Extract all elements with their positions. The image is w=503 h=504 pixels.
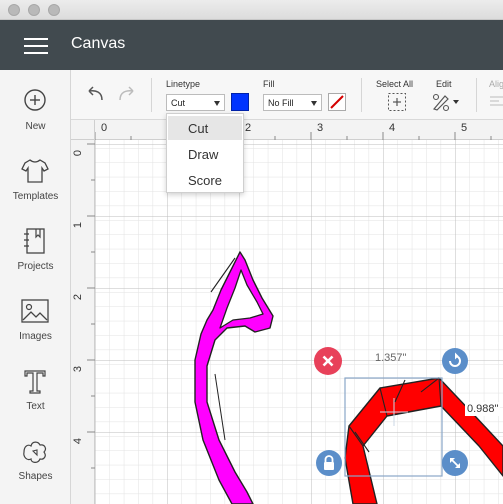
zoom-window-button[interactable] <box>48 4 60 16</box>
shapes-icon <box>23 441 46 463</box>
ruler-number: 4 <box>72 437 85 445</box>
select-all-label: Select All <box>376 79 414 89</box>
ruler-number: 0 <box>72 149 85 157</box>
image-icon <box>21 299 49 323</box>
selection-width-label: 1.357" <box>375 352 407 364</box>
ruler-number: 3 <box>72 365 85 373</box>
toolbar-divider <box>361 78 362 112</box>
toolbar-divider <box>151 78 152 112</box>
delete-icon <box>322 355 334 367</box>
edit-toolbar: Linetype Cut Fill No Fill Select All Edi… <box>71 70 503 120</box>
redo-icon[interactable] <box>116 84 138 104</box>
lock-icon <box>324 455 334 470</box>
linetype-select[interactable]: Cut <box>166 94 225 111</box>
select-all-icon[interactable] <box>387 92 407 112</box>
sidebar-item-label: Templates <box>12 191 59 202</box>
edit-label: Edit <box>436 79 452 89</box>
rotate-icon <box>449 352 461 367</box>
left-sidebar: New Templates Projects Images Text Shape… <box>0 70 71 504</box>
vertical-ruler: 0 1 2 3 4 <box>71 140 95 504</box>
sidebar-item-label: Images <box>19 331 52 342</box>
linetype-option-cut[interactable]: Cut <box>168 116 242 140</box>
horizontal-ruler: 0 1 2 3 4 5 <box>71 120 503 140</box>
design-canvas[interactable]: 1.357" 0.988" <box>95 140 503 504</box>
resize-icon <box>450 458 460 468</box>
sidebar-item-label: Text <box>26 401 45 412</box>
delete-handle[interactable] <box>314 347 342 375</box>
plus-circle-icon <box>24 89 46 111</box>
ruler-number: 3 <box>317 122 324 134</box>
sidebar-item-shapes[interactable]: Shapes <box>0 438 71 504</box>
resize-handle[interactable] <box>442 450 468 476</box>
chevron-down-icon <box>214 101 220 106</box>
sidebar-item-label: New <box>25 121 46 132</box>
undo-icon[interactable] <box>84 84 106 104</box>
ruler-corner <box>71 120 95 140</box>
linetype-option-score[interactable]: Score <box>168 168 242 192</box>
text-icon <box>24 370 46 394</box>
sidebar-item-text[interactable]: Text <box>0 368 71 434</box>
window-title-bar <box>0 0 503 20</box>
fill-label: Fill <box>263 79 275 89</box>
align-icon[interactable] <box>489 94 503 110</box>
rotate-handle[interactable] <box>442 348 468 374</box>
sidebar-item-templates[interactable]: Templates <box>0 158 71 224</box>
close-window-button[interactable] <box>8 4 20 16</box>
align-label: Alig <box>489 79 503 89</box>
sidebar-item-new[interactable]: New <box>0 88 71 154</box>
ruler-number: 2 <box>72 293 85 301</box>
no-fill-swatch-icon[interactable] <box>328 93 346 111</box>
lock-handle[interactable] <box>316 450 342 476</box>
fill-select[interactable]: No Fill <box>263 94 322 111</box>
edit-tools-icon[interactable] <box>431 92 461 112</box>
fill-select-value: No Fill <box>268 98 294 108</box>
ruler-number: 0 <box>101 122 108 134</box>
ruler-number: 1 <box>72 221 85 229</box>
linetype-color-swatch[interactable] <box>231 93 249 111</box>
minimize-window-button[interactable] <box>28 4 40 16</box>
linetype-option-draw[interactable]: Draw <box>168 142 242 166</box>
hamburger-icon[interactable] <box>24 38 48 54</box>
ruler-number: 5 <box>461 122 468 134</box>
ruler-number: 4 <box>389 122 396 134</box>
linetype-select-value: Cut <box>171 98 186 108</box>
linetype-dropdown-menu: Cut Draw Score <box>166 113 244 193</box>
sidebar-item-images[interactable]: Images <box>0 298 71 364</box>
app-header: Canvas <box>0 20 503 70</box>
notebook-icon <box>24 228 45 254</box>
sidebar-item-label: Shapes <box>18 471 53 482</box>
sidebar-item-projects[interactable]: Projects <box>0 228 71 294</box>
ruler-number: 2 <box>245 122 252 134</box>
tshirt-icon <box>21 159 49 183</box>
sidebar-item-label: Projects <box>17 261 54 272</box>
page-title: Canvas <box>71 35 126 52</box>
toolbar-divider <box>476 78 477 112</box>
selection-height-label: 0.988" <box>465 402 501 416</box>
chevron-down-icon <box>311 101 317 106</box>
linetype-label: Linetype <box>166 79 201 89</box>
